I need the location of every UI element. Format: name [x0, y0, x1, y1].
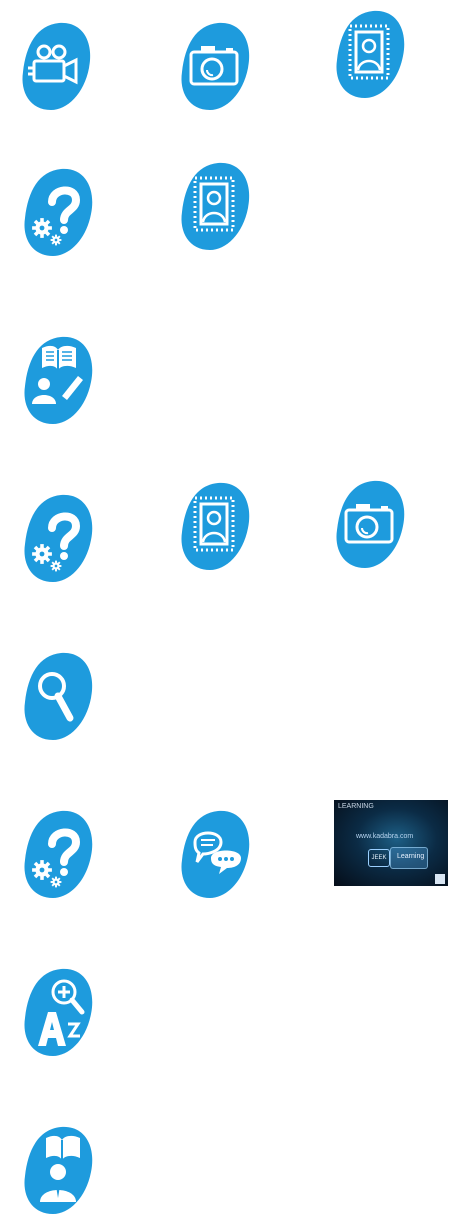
camera-icon[interactable] [177, 20, 253, 110]
search-icon[interactable] [20, 650, 96, 740]
reader-book-icon[interactable] [20, 1124, 96, 1214]
help-settings-icon[interactable] [20, 492, 96, 582]
dictionary-az-icon[interactable] [20, 966, 96, 1056]
thumbnail-badge: JEEK [368, 849, 390, 867]
portrait-stamp-icon[interactable] [177, 480, 253, 570]
help-settings-icon[interactable] [20, 166, 96, 256]
help-settings-icon[interactable] [20, 808, 96, 898]
video-thumbnail[interactable]: LEARNING www.kadabra.com JEEK Learning [334, 800, 448, 886]
thumbnail-top-text: LEARNING [338, 803, 374, 810]
reader-book-pen-icon[interactable] [20, 334, 96, 424]
portrait-stamp-icon[interactable] [332, 8, 408, 98]
thumbnail-url-text: www.kadabra.com [356, 833, 414, 840]
thumbnail-panel-text: Learning [397, 853, 425, 860]
chat-bubbles-icon[interactable] [177, 808, 253, 898]
camera-icon[interactable] [332, 478, 408, 568]
video-camera-icon[interactable] [18, 20, 94, 110]
thumbnail-corner-icon [435, 874, 445, 884]
portrait-stamp-icon[interactable] [177, 160, 253, 250]
